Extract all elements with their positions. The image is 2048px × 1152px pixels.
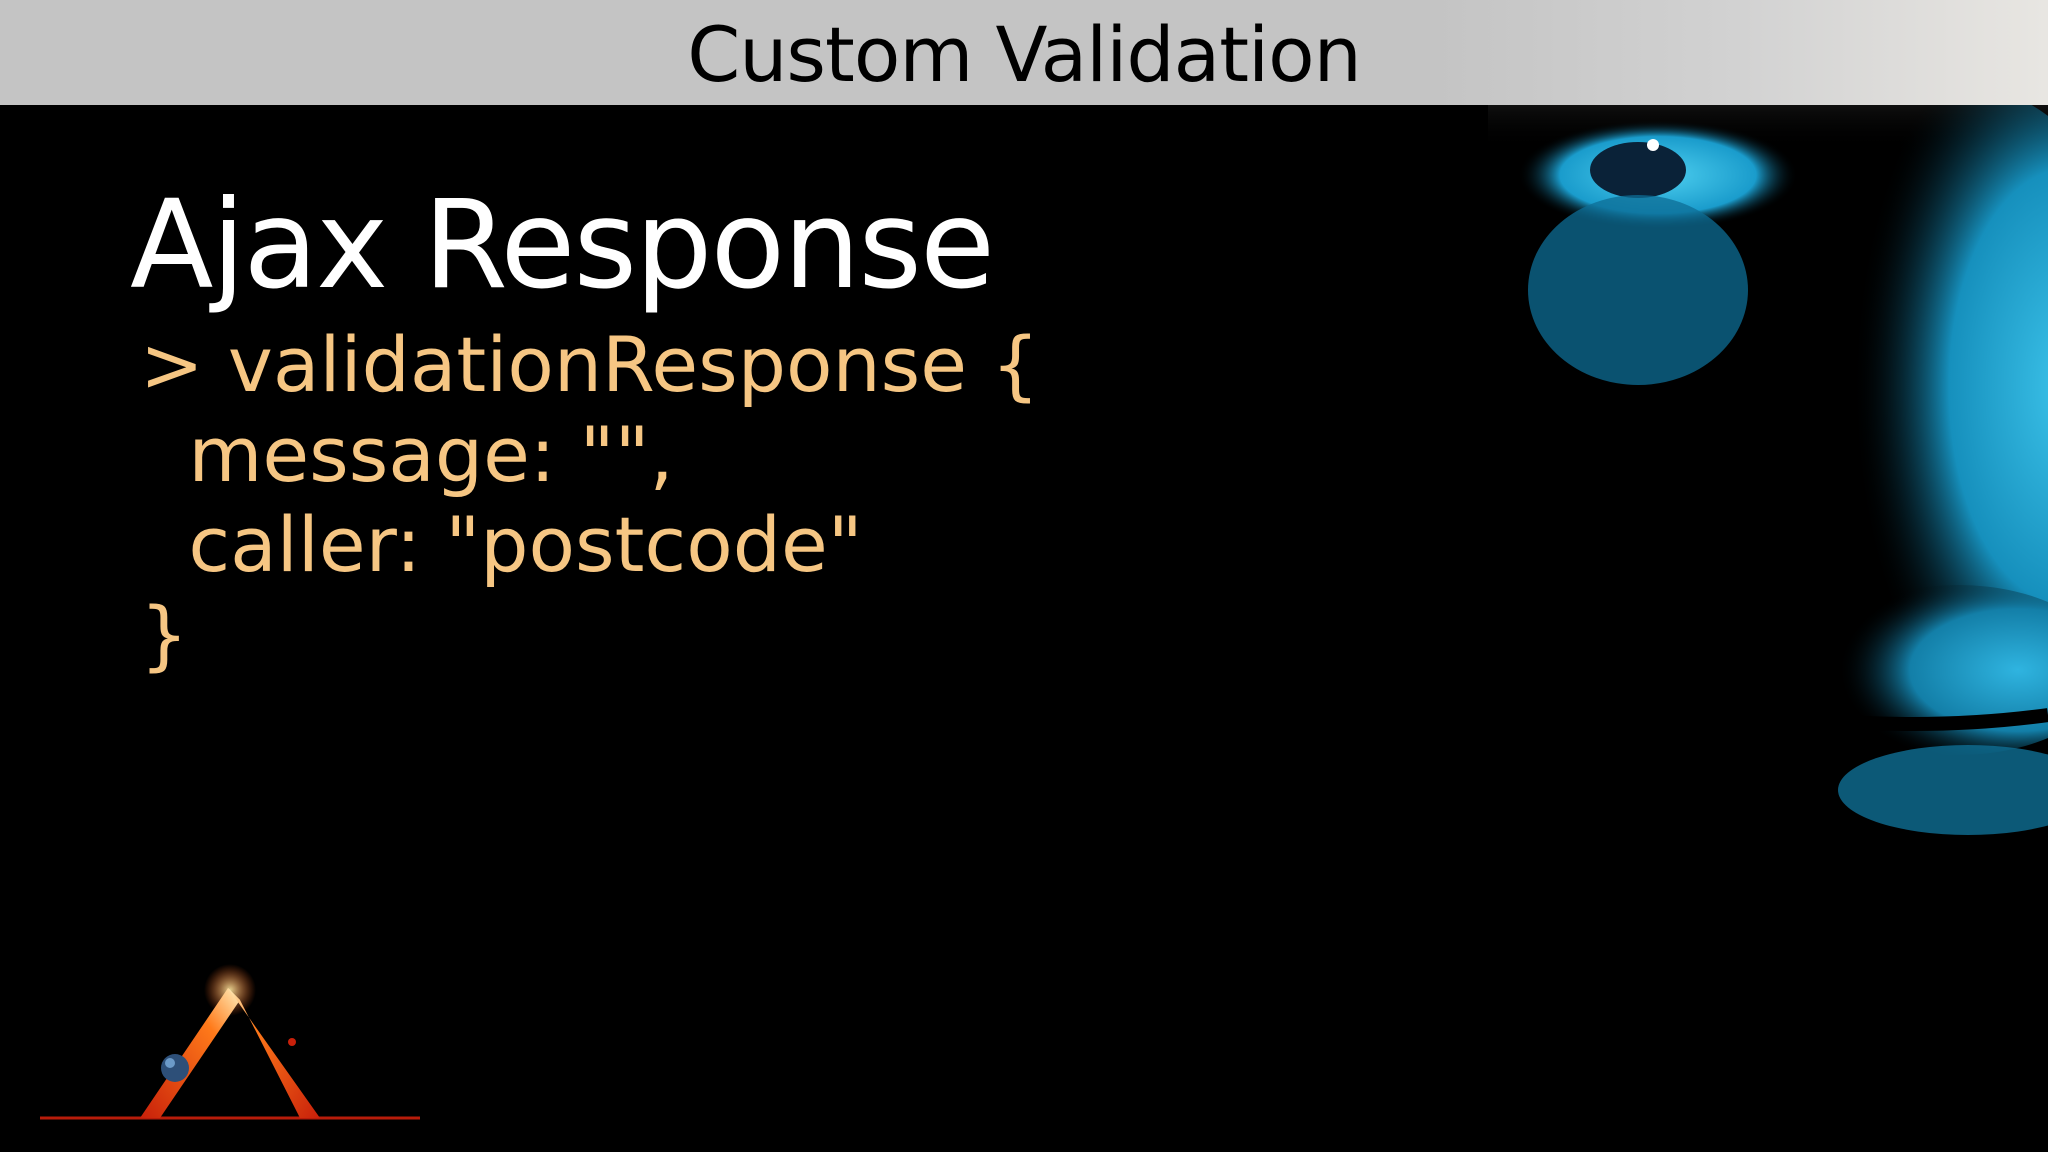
face-portrait-image: [1488, 0, 2048, 1152]
code-line: caller: "postcode": [140, 500, 863, 589]
code-block: > validationResponse { message: "", call…: [140, 320, 1040, 680]
slide-title: Ajax Response: [130, 174, 995, 316]
header-title: Custom Validation: [687, 10, 1362, 99]
header-bar: Custom Validation: [0, 0, 2048, 105]
code-line: message: "",: [140, 410, 674, 499]
code-line: > validationResponse {: [140, 320, 1040, 409]
code-line: }: [140, 590, 189, 679]
slide: Custom Validation Ajax Response > valida…: [0, 0, 2048, 1152]
pyramid-logo-icon: [40, 964, 420, 1120]
